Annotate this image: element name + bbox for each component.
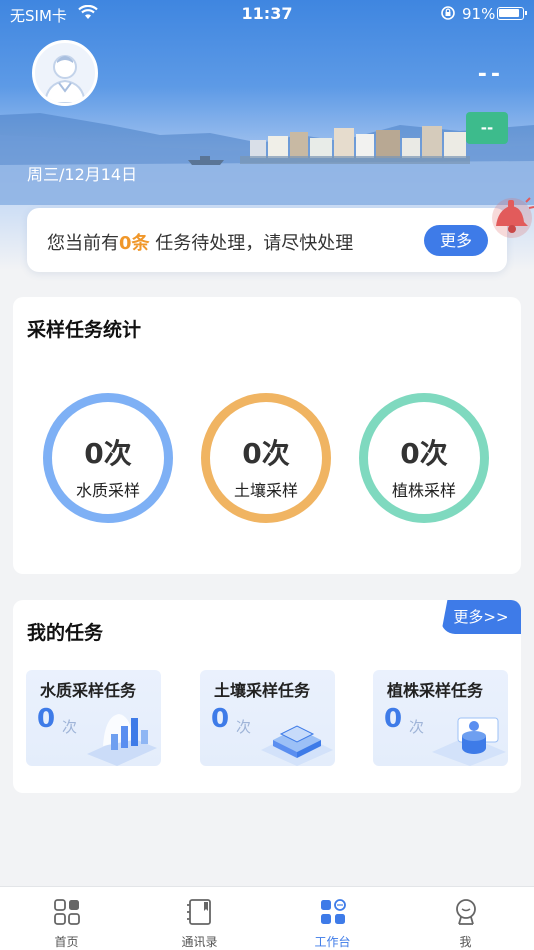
task-count: 0 [211, 704, 230, 734]
plant-sampling-count: 0次 [400, 437, 448, 470]
plant-task-tile[interactable]: 植株采样任务 0 次 [373, 670, 508, 766]
boat-icon [188, 156, 224, 165]
task-count: 0 [384, 704, 403, 734]
profile-icon [456, 899, 476, 925]
bottom-tab-bar: 首页 通讯录 工作台 我 [0, 886, 534, 950]
pending-count: 0条 [119, 233, 150, 254]
tasks-title: 我的任务 [27, 622, 104, 644]
tab-label: 首页 [54, 935, 79, 949]
soil-task-tile[interactable]: 土壤采样任务 0 次 [200, 670, 335, 766]
notice-prefix: 您当前有 [47, 233, 119, 254]
sampling-stats-card: 采样任务统计 0次 水质采样 0次 土壤采样 0次 植株采样 [13, 297, 521, 574]
notice-more-button[interactable]: 更多 [424, 225, 488, 256]
soil-sampling-label: 土壤采样 [233, 481, 298, 500]
plant-sampling-ring[interactable]: 0次 植株采样 [359, 393, 489, 523]
my-tasks-card: 我的任务 更多>> 水质采样任务 0 次 土壤采样任务 0 次 植株采样任务 0… [13, 600, 521, 793]
notice-suffix: 任务待处理，请尽快处理 [149, 233, 354, 254]
battery-percentage: 91% [462, 5, 496, 23]
task-unit: 次 [62, 718, 78, 736]
role-badge: -- [466, 112, 508, 144]
bar-chart-illustration-icon [87, 714, 157, 766]
address-book-icon [187, 899, 211, 925]
notice-text: 您当前有0条 任务待处理，请尽快处理 [47, 229, 353, 255]
orientation-lock-icon [441, 6, 455, 20]
stats-title: 采样任务统计 [27, 319, 142, 341]
workbench-icon [321, 899, 346, 924]
task-unit: 次 [409, 718, 425, 736]
tab-contacts[interactable]: 通讯录 [133, 887, 266, 950]
tab-workbench[interactable]: 工作台 [266, 887, 399, 950]
soil-sampling-count: 0次 [242, 437, 290, 470]
tasks-more-button[interactable]: 更多>> [441, 600, 521, 634]
current-date: 周三/12月14日 [27, 165, 138, 184]
user-silhouette-icon [43, 55, 87, 103]
status-bar: 无SIM卡 11:37 91% [0, 0, 534, 28]
pending-task-notice[interactable]: 您当前有0条 任务待处理，请尽快处理 更多 [27, 208, 507, 272]
soil-sampling-ring[interactable]: 0次 土壤采样 [201, 393, 331, 523]
grid-home-icon [54, 899, 80, 925]
tab-label: 我 [459, 935, 472, 949]
layered-box-illustration-icon [261, 725, 333, 766]
tab-label: 工作台 [314, 935, 351, 949]
user-name: -- [477, 62, 504, 87]
water-sampling-ring[interactable]: 0次 水质采样 [43, 393, 173, 523]
task-count: 0 [37, 704, 56, 734]
water-sampling-count: 0次 [84, 437, 132, 470]
task-unit: 次 [236, 718, 252, 736]
tab-home[interactable]: 首页 [0, 887, 133, 950]
village-skyline [240, 126, 470, 164]
water-task-tile[interactable]: 水质采样任务 0 次 [26, 670, 161, 766]
tab-me[interactable]: 我 [399, 887, 532, 950]
battery-icon [497, 7, 527, 20]
sensor-device-illustration-icon [432, 717, 506, 766]
tab-label: 通讯录 [181, 935, 218, 949]
plant-sampling-label: 植株采样 [391, 481, 456, 500]
avatar[interactable] [32, 40, 98, 106]
alarm-bell-icon [492, 197, 534, 238]
water-sampling-label: 水质采样 [75, 481, 140, 500]
